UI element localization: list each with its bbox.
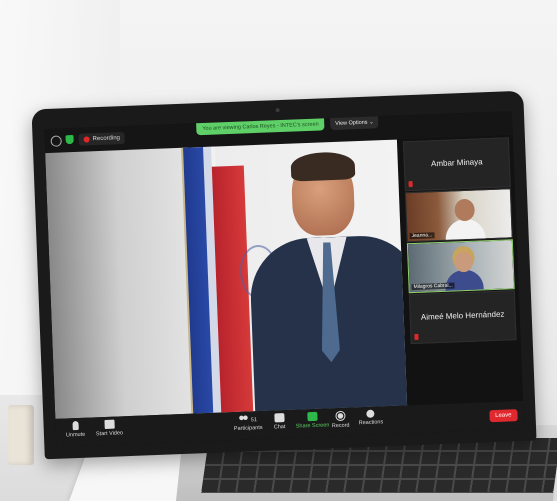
- chat-button[interactable]: Chat: [273, 413, 286, 431]
- leave-button[interactable]: Leave: [488, 409, 518, 423]
- participant-tile[interactable]: Aimeé Melo Hernández: [408, 290, 517, 345]
- reactions-label: Reactions: [358, 419, 384, 427]
- record-dot-icon: [83, 136, 90, 143]
- record-icon: [335, 410, 346, 422]
- participants-icon: [238, 414, 249, 424]
- background-room: Recording You are viewing Carlos Reyes -…: [0, 0, 557, 501]
- participants-button[interactable]: 51 Participants: [233, 414, 263, 433]
- start-video-label: Start Video: [95, 430, 124, 438]
- shared-screen-video: [45, 139, 408, 419]
- laptop-lid: Recording You are viewing Carlos Reyes -…: [31, 90, 537, 460]
- participants-count: 51: [250, 416, 258, 423]
- cup: [8, 405, 34, 465]
- start-video-button[interactable]: Start Video: [95, 419, 123, 437]
- chat-icon: [274, 413, 285, 423]
- participant-name: Ambar Minaya: [430, 157, 483, 169]
- participant-tile[interactable]: Ambar Minaya: [402, 137, 511, 192]
- chevron-down-icon: ⌄: [367, 118, 374, 126]
- participant-tile-active-speaker[interactable]: Milagros Cabral...: [406, 239, 515, 294]
- chat-label: Chat: [273, 424, 286, 431]
- reactions-icon: [366, 409, 375, 418]
- muted-mic-icon: [414, 333, 419, 341]
- recording-indicator[interactable]: Recording: [78, 132, 126, 146]
- shield-icon[interactable]: [65, 134, 74, 145]
- webcam: [275, 108, 280, 113]
- share-screen-button[interactable]: Share Screen: [295, 411, 330, 430]
- recording-label: Recording: [92, 135, 121, 143]
- muted-mic-icon: [408, 180, 413, 188]
- participant-name: Aimeé Melo Hernández: [420, 309, 505, 322]
- unmute-label: Unmute: [65, 431, 86, 439]
- video-camera-icon: [103, 419, 115, 430]
- share-banner-text: You are viewing Carlos Reyes - INTEC's s…: [202, 121, 319, 132]
- participant-name: Jeanna...: [409, 232, 435, 240]
- microphone-icon: [72, 421, 79, 431]
- participant-tile[interactable]: Jeanna...: [404, 188, 513, 243]
- share-screen-label: Share Screen: [295, 422, 330, 430]
- record-label: Record: [331, 422, 350, 430]
- share-screen-icon: [307, 411, 318, 422]
- info-icon[interactable]: [50, 135, 62, 147]
- participant-gallery: Ambar Minaya Jeanna... Milagros Cabral..…: [400, 135, 521, 350]
- record-button[interactable]: Record: [331, 410, 350, 430]
- participants-label: Participants: [233, 424, 263, 433]
- unmute-button[interactable]: Unmute: [65, 421, 86, 439]
- reactions-button[interactable]: Reactions: [358, 409, 383, 426]
- zoom-window: Recording You are viewing Carlos Reyes -…: [44, 111, 525, 447]
- view-options-label: View Options: [335, 119, 368, 127]
- view-options-button[interactable]: View Options ⌄: [329, 115, 379, 131]
